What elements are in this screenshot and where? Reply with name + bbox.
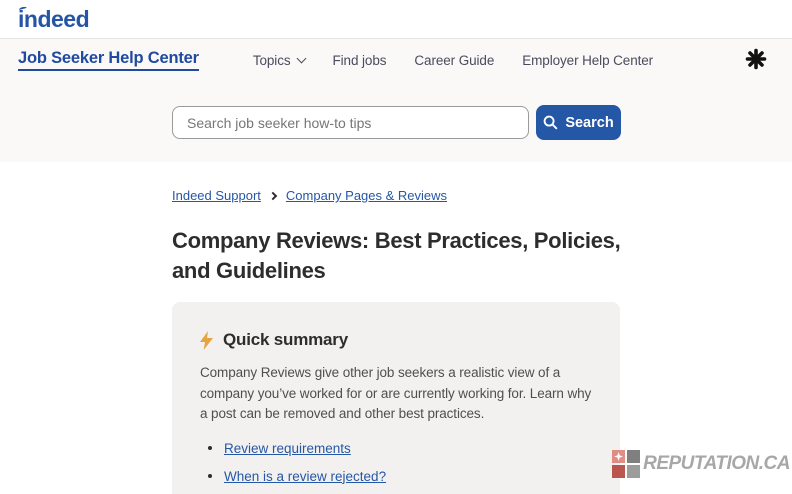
breadcrumb-company-pages-reviews[interactable]: Company Pages & Reviews — [286, 188, 447, 203]
breadcrumb-indeed-support[interactable]: Indeed Support — [172, 188, 261, 203]
quick-summary-body: Company Reviews give other job seekers a… — [200, 365, 592, 421]
reputation-ca-watermark: REPUTATION.CA — [612, 450, 790, 478]
search-button[interactable]: Search — [536, 105, 621, 140]
nav-item-find-jobs-label: Find jobs — [332, 52, 387, 68]
link-review-requirements[interactable]: Review requirements — [224, 441, 351, 456]
search-button-label: Search — [565, 114, 614, 131]
nav-home-link[interactable]: Job Seeker Help Center — [18, 49, 199, 71]
page-title-line1: Company Reviews: Best Practices, Policie… — [172, 228, 621, 253]
search-input[interactable] — [172, 106, 529, 139]
logo-square-red-star — [612, 450, 626, 463]
watermark-text: REPUTATION.CA — [643, 453, 790, 474]
nav-item-topics[interactable]: Topics — [252, 52, 306, 68]
logo-square-gray — [627, 465, 641, 478]
page-title-line2: and Guidelines — [172, 258, 326, 283]
indeed-logo[interactable]: indeed — [18, 6, 90, 33]
nav-links: Topics Find jobs Career Guide Employer H… — [225, 53, 653, 68]
nav-item-career-guide[interactable]: Career Guide — [414, 53, 494, 68]
bullet-icon — [208, 474, 212, 478]
quick-summary-card: Quick summary Company Reviews give other… — [172, 302, 620, 494]
quick-summary-title: Quick summary — [223, 330, 348, 349]
link-when-review-rejected[interactable]: When is a review rejected? — [224, 469, 386, 484]
logo-square-dark-red — [612, 465, 626, 478]
chevron-down-icon — [296, 53, 306, 63]
nav-item-employer-help-center[interactable]: Employer Help Center — [522, 53, 653, 68]
breadcrumb: Indeed Support Company Pages & Reviews — [172, 188, 447, 203]
breadcrumb-chevron-icon — [268, 191, 278, 200]
logo-square-dark-gray — [627, 450, 641, 463]
nav-item-find-jobs[interactable]: Find jobs — [333, 53, 387, 68]
page-title: Company Reviews: Best Practices, Policie… — [172, 226, 621, 286]
star-icon — [614, 452, 624, 461]
job-seeker-help-center-page: indeed Job Seeker Help Center Topics Fin… — [0, 0, 792, 494]
indeed-logo-text: indeed — [18, 6, 90, 32]
nav-item-career-guide-label: Career Guide — [414, 52, 495, 68]
bullet-icon — [208, 446, 212, 450]
list-item: Review requirements — [200, 441, 592, 456]
nav-item-topics-label: Topics — [252, 52, 291, 68]
quick-summary-links: Review requirements When is a review rej… — [200, 441, 592, 494]
nav-bar: Job Seeker Help Center Topics Find jobs … — [18, 47, 772, 71]
magnifier-icon — [543, 115, 558, 130]
list-item: When is a review rejected? — [200, 469, 592, 484]
asterisk-icon[interactable] — [744, 47, 768, 71]
nav-item-employer-help-center-label: Employer Help Center — [522, 52, 654, 68]
top-logo-bar: indeed — [0, 0, 792, 38]
lightning-bolt-icon — [200, 330, 213, 350]
reputation-logo-icon — [612, 450, 641, 478]
header-band: Job Seeker Help Center Topics Find jobs … — [0, 38, 792, 162]
quick-summary-header: Quick summary — [200, 330, 592, 350]
